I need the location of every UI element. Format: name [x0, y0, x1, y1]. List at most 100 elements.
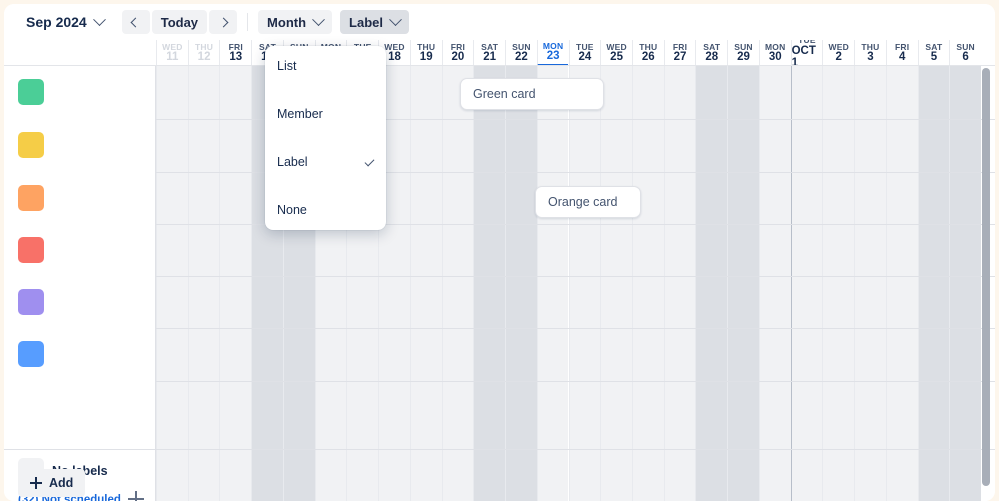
grid-column-2[interactable]: [822, 66, 855, 501]
day-header-tue-24[interactable]: TUE 24: [568, 40, 601, 65]
day-of-week-label: WED: [162, 41, 183, 52]
grid-column-oct-1[interactable]: [790, 66, 823, 501]
day-number-label: 30: [768, 51, 782, 64]
grid-column-22[interactable]: [505, 66, 537, 501]
day-number-label: 22: [514, 51, 528, 64]
grid-column-28[interactable]: [695, 66, 728, 501]
group-by-label: Label: [349, 14, 383, 30]
grid-column-13[interactable]: [219, 66, 252, 501]
grid-column-20[interactable]: [441, 66, 474, 501]
day-header-thu-26[interactable]: THU 26: [631, 40, 664, 65]
dropdown-item-label[interactable]: Label: [265, 150, 386, 174]
day-header-thu-19[interactable]: THU 19: [409, 40, 442, 65]
day-header-sat-28[interactable]: SAT 28: [695, 40, 727, 65]
day-number-label: 27: [673, 51, 687, 64]
day-number-label: 21: [483, 51, 497, 64]
grid-column-3[interactable]: [854, 66, 886, 501]
day-number-label: 12: [197, 51, 211, 64]
dropdown-item-list[interactable]: List: [265, 54, 386, 78]
day-number-label: 23: [546, 50, 560, 63]
grid-column-11[interactable]: [156, 66, 188, 501]
day-number-label: OCT 1: [791, 45, 816, 66]
calendar-card[interactable]: Orange card: [535, 186, 641, 218]
grid-column-12[interactable]: [187, 66, 220, 501]
calendar-card[interactable]: Green card: [460, 78, 604, 110]
chevron-right-icon: [218, 17, 228, 27]
day-number-label: 5: [930, 51, 938, 64]
plus-icon: [30, 477, 42, 489]
view-mode-button[interactable]: Month: [258, 10, 333, 34]
day-header-fri-20[interactable]: FRI 20: [441, 40, 474, 65]
check-icon: [364, 156, 375, 167]
day-of-week-label: FRI: [672, 41, 688, 52]
grid-column-5[interactable]: [917, 66, 950, 501]
dropdown-item-label: Member: [277, 107, 323, 121]
day-header-fri-27[interactable]: FRI 27: [663, 40, 696, 65]
add-button[interactable]: Add: [18, 469, 86, 497]
day-number-label: 25: [610, 51, 623, 64]
day-header-mon-30[interactable]: MON 30: [758, 40, 791, 65]
label-row-orange-label[interactable]: [4, 172, 156, 225]
grid-column-30[interactable]: [758, 66, 791, 501]
day-header-sat-5[interactable]: SAT 5: [917, 40, 950, 65]
day-number-label: 13: [229, 51, 243, 64]
day-header-sat-21[interactable]: SAT 21: [473, 40, 505, 65]
grid-column-6[interactable]: [949, 66, 981, 501]
month-picker-button[interactable]: Sep 2024: [18, 10, 108, 34]
label-row-green-label[interactable]: [4, 66, 156, 119]
day-header-fri-13[interactable]: FRI 13: [219, 40, 251, 65]
day-of-week-label: SUN: [956, 41, 975, 52]
group-by-dropdown-menu: List Member Label None: [265, 46, 386, 230]
grid-column-27[interactable]: [663, 66, 696, 501]
day-number-label: 20: [451, 51, 465, 64]
calendar-app: Sep 2024 Today Month Label WED 11 THU 12 FRI…: [4, 4, 995, 501]
green-label-swatch-icon: [18, 79, 44, 105]
calendar-body: No labels (32) Not scheduled Add Green c…: [4, 66, 995, 501]
day-header-tue-oct-1[interactable]: TUE OCT 1: [790, 40, 823, 66]
grid-column-19[interactable]: [409, 66, 442, 501]
toolbar: Sep 2024 Today Month Label: [4, 4, 995, 40]
label-row-yellow-label[interactable]: [4, 119, 156, 172]
day-header-thu-3[interactable]: THU 3: [854, 40, 886, 65]
grid-column-23[interactable]: [536, 66, 569, 501]
day-of-week-label: THU: [417, 41, 436, 52]
vertical-scrollbar-thumb[interactable]: [982, 68, 990, 486]
day-number-label: 3: [867, 51, 874, 64]
view-mode-label: Month: [267, 14, 307, 30]
day-header-wed-2[interactable]: WED 2: [822, 40, 854, 65]
day-header-wed-25[interactable]: WED 25: [600, 40, 632, 65]
day-header-thu-12[interactable]: THU 12: [187, 40, 220, 65]
label-row-blue-label[interactable]: [4, 328, 156, 381]
today-button[interactable]: Today: [151, 10, 208, 34]
label-row-purple-label[interactable]: [4, 276, 156, 329]
day-header-fri-4[interactable]: FRI 4: [885, 40, 918, 65]
day-number-label: 24: [578, 51, 592, 64]
add-not-scheduled-plus-icon[interactable]: [128, 491, 144, 501]
day-number-label: 6: [962, 51, 969, 64]
grid-column-25[interactable]: [600, 66, 632, 501]
day-header-sun-22[interactable]: SUN 22: [505, 40, 537, 65]
grid-column-26[interactable]: [631, 66, 664, 501]
dropdown-item-member[interactable]: Member: [265, 102, 386, 126]
day-header-sun-29[interactable]: SUN 29: [727, 40, 759, 65]
dropdown-item-label: List: [277, 59, 297, 73]
day-of-week-label: FRI: [228, 41, 243, 52]
grid-column-24[interactable]: [568, 66, 601, 501]
day-number-label: 26: [641, 51, 655, 64]
day-header-row: WED11THU12FRI13SAT14SUN15MON16TUE17WED18…: [4, 40, 995, 66]
label-row-red-label[interactable]: [4, 224, 156, 277]
group-by-button[interactable]: Label: [340, 10, 409, 34]
label-sidebar: No labels (32) Not scheduled Add: [4, 66, 156, 501]
next-period-button[interactable]: [209, 10, 238, 34]
yellow-label-swatch-icon: [18, 132, 44, 158]
grid-column-4[interactable]: [885, 66, 918, 501]
previous-period-button[interactable]: [121, 10, 150, 34]
grid-column-21[interactable]: [473, 66, 506, 501]
dropdown-item-none[interactable]: None: [265, 198, 386, 222]
day-of-week-label: WED: [606, 41, 627, 52]
grid-column-29[interactable]: [727, 66, 759, 501]
vertical-scrollbar[interactable]: [982, 68, 990, 496]
day-header-mon-23[interactable]: MON 23: [536, 40, 569, 65]
day-header-sun-6[interactable]: SUN 6: [949, 40, 981, 65]
day-header-wed-11[interactable]: WED 11: [156, 40, 188, 65]
